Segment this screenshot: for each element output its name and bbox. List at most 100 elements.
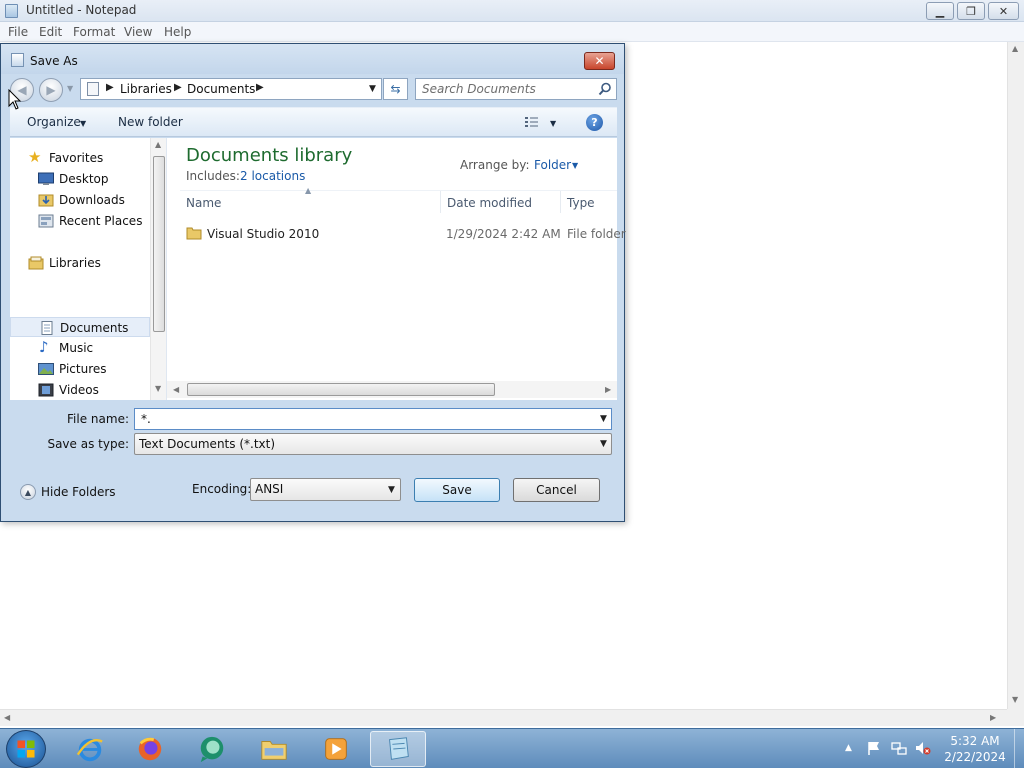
organize-dropdown-icon[interactable]: ▼ <box>80 119 86 128</box>
library-locations-link[interactable]: 2 locations <box>240 169 305 183</box>
scroll-right-arrow-icon[interactable]: ▶ <box>605 385 611 394</box>
column-header-date-modified[interactable]: Date modified <box>447 196 532 210</box>
file-name-input[interactable] <box>139 411 579 427</box>
menu-help[interactable]: Help <box>164 25 191 39</box>
file-row[interactable]: Visual Studio 2010 1/29/2024 2:42 AM Fil… <box>180 224 626 244</box>
nav-desktop[interactable]: Desktop <box>10 169 150 189</box>
navigation-pane-scrollbar[interactable]: ▲ ▼ <box>150 138 166 400</box>
column-divider[interactable] <box>440 191 441 213</box>
breadcrumb-separator-icon[interactable]: ▶ <box>256 82 264 93</box>
dialog-close-button[interactable]: ✕ <box>584 52 615 70</box>
column-header-type[interactable]: Type <box>567 196 595 210</box>
close-button[interactable]: ✕ <box>988 2 1019 20</box>
forward-button[interactable]: ▶ <box>39 78 63 102</box>
nav-label: Music <box>59 341 94 355</box>
address-history-dropdown-icon[interactable]: ▼ <box>369 84 376 94</box>
taskbar-media-player[interactable] <box>308 731 364 767</box>
navigation-scroll-thumb[interactable] <box>153 156 165 332</box>
notepad-horizontal-scrollbar[interactable]: ◀ ▶ <box>0 709 1007 726</box>
libraries-icon <box>28 256 44 270</box>
file-list-scroll-thumb[interactable] <box>187 383 495 396</box>
scroll-right-arrow-icon[interactable]: ▶ <box>990 713 996 722</box>
taskbar-firefox[interactable] <box>122 731 178 767</box>
notepad-title-bar[interactable]: Untitled - Notepad ▁ ❐ ✕ <box>0 0 1024 22</box>
arrange-by-dropdown[interactable]: Folder <box>534 158 571 172</box>
system-clock[interactable]: 5:32 AM 2/22/2024 <box>940 733 1010 765</box>
scroll-up-arrow-icon[interactable]: ▲ <box>155 140 161 149</box>
cancel-button[interactable]: Cancel <box>513 478 600 502</box>
nav-recent-places[interactable]: Recent Places <box>10 211 150 231</box>
restore-icon: ❐ <box>966 4 976 18</box>
encoding-value: ANSI <box>255 482 284 496</box>
save-as-type-select[interactable]: Text Documents (*.txt) ▼ <box>134 433 612 455</box>
menu-file[interactable]: File <box>8 25 28 39</box>
maximize-button[interactable]: ❐ <box>957 2 985 20</box>
change-view-icon[interactable] <box>524 116 540 130</box>
refresh-button[interactable]: ⇆ <box>383 78 408 100</box>
nav-libraries[interactable]: Libraries <box>10 253 150 273</box>
downloads-folder-icon <box>38 194 54 207</box>
scroll-up-arrow-icon[interactable]: ▲ <box>1012 44 1018 53</box>
nav-label: Favorites <box>49 151 104 165</box>
scroll-down-arrow-icon[interactable]: ▼ <box>155 384 161 393</box>
scroll-left-arrow-icon[interactable]: ◀ <box>173 385 179 394</box>
menu-format[interactable]: Format <box>73 25 115 39</box>
breadcrumb-libraries[interactable]: Libraries <box>120 82 172 96</box>
taskbar-file-explorer[interactable] <box>246 731 302 767</box>
arrange-by-dropdown-icon[interactable]: ▼ <box>572 161 578 170</box>
show-desktop-button[interactable] <box>1014 729 1024 768</box>
column-header-name[interactable]: Name <box>186 196 221 210</box>
encoding-select[interactable]: ANSI ▼ <box>250 478 401 501</box>
nav-documents[interactable]: Documents <box>10 317 150 337</box>
nav-music[interactable]: ♪ Music <box>10 338 150 358</box>
nav-videos[interactable]: Videos <box>10 380 150 400</box>
recent-pages-dropdown-icon[interactable]: ▼ <box>67 84 73 93</box>
file-date-modified: 1/29/2024 2:42 AM <box>446 227 561 241</box>
network-icon[interactable] <box>891 740 907 756</box>
view-options-dropdown-icon[interactable]: ▼ <box>550 119 556 128</box>
hide-folders-toggle-icon[interactable]: ▲ <box>20 484 36 500</box>
start-button[interactable] <box>6 730 46 768</box>
encoding-dropdown-icon[interactable]: ▼ <box>388 485 395 495</box>
scrollbar-corner <box>1007 709 1024 726</box>
menu-view[interactable]: View <box>124 25 152 39</box>
scroll-down-arrow-icon[interactable]: ▼ <box>1012 695 1018 704</box>
save-button[interactable]: Save <box>414 478 500 502</box>
nav-pictures[interactable]: Pictures <box>10 359 150 379</box>
file-list-horizontal-scrollbar[interactable]: ◀ ▶ <box>167 381 617 398</box>
internet-explorer-icon <box>76 738 103 762</box>
column-divider[interactable] <box>560 191 561 213</box>
search-icon[interactable] <box>597 81 613 97</box>
taskbar-chat-app[interactable] <box>184 731 240 767</box>
search-box[interactable] <box>415 78 617 100</box>
save-as-type-label: Save as type: <box>47 437 129 451</box>
new-folder-button[interactable]: New folder <box>118 115 183 129</box>
notepad-vertical-scrollbar[interactable]: ▲ ▼ <box>1007 42 1024 710</box>
help-icon[interactable]: ? <box>586 114 603 131</box>
address-bar[interactable]: ▶ Libraries ▶ Documents ▶ ▼ <box>80 78 382 100</box>
search-input[interactable] <box>420 81 590 97</box>
file-name-dropdown-icon[interactable]: ▼ <box>600 414 607 424</box>
volume-muted-icon[interactable] <box>915 740 931 756</box>
save-as-type-dropdown-icon[interactable]: ▼ <box>600 439 607 449</box>
notepad-title: Untitled - Notepad <box>26 3 137 17</box>
taskbar-notepad[interactable] <box>370 731 426 767</box>
minimize-button[interactable]: ▁ <box>926 2 954 20</box>
show-hidden-icons-icon[interactable]: ▲ <box>845 743 852 753</box>
nav-label: Desktop <box>59 172 109 186</box>
dialog-title-bar[interactable]: Save As ✕ <box>1 44 624 74</box>
library-title: Documents library <box>186 145 353 166</box>
breadcrumb-separator-icon[interactable]: ▶ <box>106 82 114 93</box>
action-center-flag-icon[interactable] <box>866 740 882 756</box>
hide-folders-button[interactable]: Hide Folders <box>41 485 116 499</box>
nav-favorites[interactable]: ★ Favorites <box>10 148 150 168</box>
scroll-left-arrow-icon[interactable]: ◀ <box>4 713 10 722</box>
breadcrumb-documents[interactable]: Documents <box>187 82 255 96</box>
organize-button[interactable]: Organize <box>27 115 81 129</box>
nav-downloads[interactable]: Downloads <box>10 190 150 210</box>
file-name-combobox[interactable]: ▼ <box>134 408 612 430</box>
menu-edit[interactable]: Edit <box>39 25 62 39</box>
taskbar-internet-explorer[interactable] <box>62 731 118 767</box>
breadcrumb-separator-icon[interactable]: ▶ <box>174 82 182 93</box>
recent-places-icon <box>38 214 54 228</box>
